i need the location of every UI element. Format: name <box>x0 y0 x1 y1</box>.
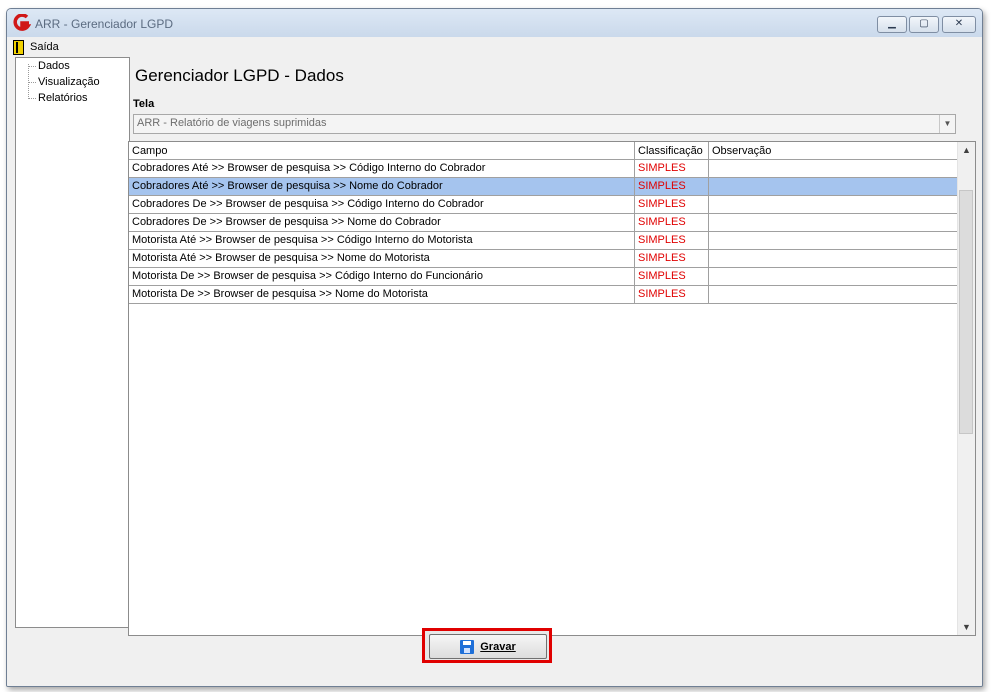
vertical-scrollbar[interactable]: ▲ ▼ <box>957 142 975 635</box>
close-icon: ✕ <box>954 18 964 29</box>
cell-classificacao: SIMPLES <box>635 286 709 304</box>
tree-item-relatorios[interactable]: Relatórios <box>38 92 88 104</box>
scroll-thumb[interactable] <box>959 190 973 434</box>
table-row[interactable]: Motorista Até >> Browser de pesquisa >> … <box>129 232 958 250</box>
save-button-label: Gravar <box>480 640 516 653</box>
cell-classificacao: SIMPLES <box>635 232 709 250</box>
cell-classificacao: SIMPLES <box>635 160 709 178</box>
cell-observacao[interactable] <box>709 268 958 286</box>
tree-item-dados[interactable]: Dados <box>38 60 70 72</box>
cell-classificacao: SIMPLES <box>635 214 709 232</box>
table-row[interactable]: Motorista Até >> Browser de pesquisa >> … <box>129 250 958 268</box>
cell-observacao[interactable] <box>709 160 958 178</box>
menu-bar: Saída <box>7 37 982 57</box>
minimize-icon: ▁ <box>888 18 896 29</box>
title-bar[interactable]: ARR - Gerenciador LGPD ▁ ▢ ✕ <box>7 9 982 37</box>
cell-observacao[interactable] <box>709 286 958 304</box>
chevron-down-icon[interactable]: ▼ <box>939 115 955 133</box>
cell-classificacao: SIMPLES <box>635 268 709 286</box>
table-row[interactable]: Motorista De >> Browser de pesquisa >> N… <box>129 286 958 304</box>
tree-connector <box>28 66 36 67</box>
tree-connector <box>28 64 29 97</box>
column-header-classificacao[interactable]: Classificação <box>635 142 709 160</box>
cell-classificacao: SIMPLES <box>635 178 709 196</box>
cell-campo: Cobradores Até >> Browser de pesquisa >>… <box>129 178 635 196</box>
column-header-observacao[interactable]: Observação <box>709 142 958 160</box>
app-logo-icon <box>13 14 31 31</box>
column-header-campo[interactable]: Campo <box>129 142 635 160</box>
close-button[interactable]: ✕ <box>942 16 976 33</box>
floppy-disk-icon <box>460 639 475 654</box>
app-window: ARR - Gerenciador LGPD ▁ ▢ ✕ Saída Dados… <box>6 8 983 687</box>
table-row[interactable]: Cobradores De >> Browser de pesquisa >> … <box>129 214 958 232</box>
cell-observacao[interactable] <box>709 214 958 232</box>
cell-campo: Motorista Até >> Browser de pesquisa >> … <box>129 232 635 250</box>
maximize-button[interactable]: ▢ <box>909 16 939 33</box>
cell-campo: Motorista Até >> Browser de pesquisa >> … <box>129 250 635 268</box>
save-button-highlight: Gravar <box>422 628 552 663</box>
navigation-tree: Dados Visualização Relatórios <box>15 57 130 628</box>
screen-select-value: ARR - Relatório de viagens suprimidas <box>137 117 327 129</box>
tree-connector <box>28 82 36 83</box>
tree-connector <box>28 98 36 99</box>
cell-observacao[interactable] <box>709 196 958 214</box>
cell-campo: Cobradores De >> Browser de pesquisa >> … <box>129 214 635 232</box>
fields-table: Campo Classificação Observação Cobradore… <box>128 141 976 636</box>
scroll-up-icon[interactable]: ▲ <box>958 142 975 158</box>
scroll-down-icon[interactable]: ▼ <box>958 619 975 635</box>
cell-campo: Cobradores Até >> Browser de pesquisa >>… <box>129 160 635 178</box>
table-row-selected[interactable]: Cobradores Até >> Browser de pesquisa >>… <box>129 178 958 196</box>
cell-observacao[interactable] <box>709 232 958 250</box>
table-row[interactable]: Cobradores Até >> Browser de pesquisa >>… <box>129 160 958 178</box>
maximize-icon: ▢ <box>919 18 929 29</box>
menu-exit[interactable]: Saída <box>13 39 59 55</box>
cell-observacao[interactable] <box>709 178 958 196</box>
table-row[interactable]: Cobradores De >> Browser de pesquisa >> … <box>129 196 958 214</box>
window-title: ARR - Gerenciador LGPD <box>35 17 174 31</box>
cell-classificacao: SIMPLES <box>635 250 709 268</box>
menu-exit-label: Saída <box>30 41 59 53</box>
minimize-button[interactable]: ▁ <box>877 16 907 33</box>
exit-door-icon <box>13 39 24 55</box>
cell-classificacao: SIMPLES <box>635 196 709 214</box>
cell-campo: Cobradores De >> Browser de pesquisa >> … <box>129 196 635 214</box>
save-button[interactable]: Gravar <box>429 634 547 659</box>
cell-campo: Motorista De >> Browser de pesquisa >> N… <box>129 286 635 304</box>
screen-label: Tela <box>133 98 155 110</box>
tree-item-visualizacao[interactable]: Visualização <box>38 76 100 88</box>
cell-campo: Motorista De >> Browser de pesquisa >> C… <box>129 268 635 286</box>
content-area: Dados Visualização Relatórios Gerenciado… <box>7 57 982 686</box>
cell-observacao[interactable] <box>709 250 958 268</box>
screen-select[interactable]: ARR - Relatório de viagens suprimidas ▼ <box>133 114 956 134</box>
page-title: Gerenciador LGPD - Dados <box>135 66 344 85</box>
table-row[interactable]: Motorista De >> Browser de pesquisa >> C… <box>129 268 958 286</box>
